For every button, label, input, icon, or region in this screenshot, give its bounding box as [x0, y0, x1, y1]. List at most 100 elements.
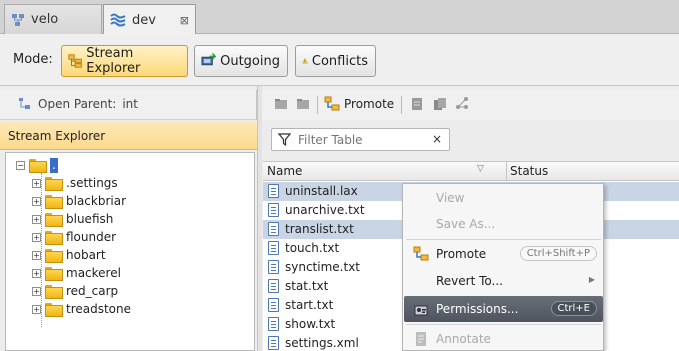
promote-toolbar-label: Promote: [344, 97, 395, 111]
menu-item-save-as[interactable]: Save As...: [404, 211, 603, 237]
column-header-status[interactable]: Status: [510, 164, 548, 178]
expand-icon[interactable]: +: [32, 268, 41, 278]
tree-node[interactable]: + mackerel: [32, 264, 121, 282]
tree-node[interactable]: + treadstone: [32, 300, 131, 318]
tree-node-label: bluefish: [66, 212, 114, 226]
mode-toolbar: Mode: Stream Explorer Outgoing Conflicts: [0, 34, 679, 86]
column-header-name[interactable]: Name: [267, 164, 302, 178]
tree-node[interactable]: + blackbriar: [32, 192, 126, 210]
menu-separator: [406, 324, 601, 325]
outgoing-mode-label: Outgoing: [220, 53, 280, 69]
tree-root-node[interactable]: − .: [16, 156, 58, 174]
clear-filter-icon[interactable]: ×: [432, 132, 442, 146]
open-parent-icon: [19, 98, 30, 109]
history-graph-icon[interactable]: [455, 96, 469, 110]
file-icon: [268, 279, 279, 293]
expand-icon[interactable]: +: [32, 232, 41, 242]
folder-up-icon[interactable]: [274, 97, 288, 111]
conflicts-mode-label: Conflicts: [311, 53, 368, 69]
stream-explorer-mode-button[interactable]: Stream Explorer: [61, 45, 188, 77]
collapse-icon[interactable]: −: [16, 160, 25, 170]
expand-icon[interactable]: +: [32, 250, 41, 260]
stream-explorer-header: Stream Explorer: [0, 122, 257, 150]
expand-icon[interactable]: +: [32, 304, 41, 314]
menu-item-permissions[interactable]: Permissions... Ctrl+E: [404, 296, 603, 322]
documents-icon[interactable]: [433, 97, 447, 111]
file-icon: [268, 222, 279, 236]
menu-item-view[interactable]: View: [404, 185, 603, 211]
filter-table-input[interactable]: [298, 132, 428, 148]
menu-item-label: Revert To...: [436, 274, 503, 288]
sort-indicator-icon: ▽: [477, 164, 484, 174]
expand-icon[interactable]: +: [32, 214, 41, 224]
menu-item-label: Permissions...: [436, 302, 519, 316]
tree-node-label: hobart: [66, 248, 106, 262]
document-icon[interactable]: [410, 97, 424, 111]
outgoing-mode-button[interactable]: Outgoing: [194, 45, 288, 77]
tree-node[interactable]: + red_carp: [32, 282, 118, 300]
folder-down-icon[interactable]: [296, 97, 310, 111]
menu-item-label: Save As...: [436, 217, 496, 231]
close-tab-icon[interactable]: ⊠: [180, 14, 189, 27]
menu-item-revert-to[interactable]: Revert To... ▶: [404, 268, 603, 294]
tab-velo[interactable]: velo: [4, 4, 102, 34]
file-icon: [268, 184, 279, 198]
tree-node[interactable]: + bluefish: [32, 210, 113, 228]
stream-explorer-icon: [68, 54, 82, 68]
filter-table-field[interactable]: ×: [271, 128, 450, 151]
expand-icon[interactable]: +: [32, 178, 41, 188]
folder-icon: [45, 177, 63, 191]
tree-node-label: red_carp: [66, 284, 119, 298]
tree-node[interactable]: + flounder: [32, 228, 116, 246]
tab-dev[interactable]: dev ⊠: [103, 4, 196, 35]
expand-icon[interactable]: +: [32, 196, 41, 206]
file-name: show.txt: [285, 317, 336, 331]
menu-item-annotate[interactable]: Annotate: [404, 326, 603, 351]
stream-tree[interactable]: − . + .settings + blackbriar + bluefish …: [5, 152, 255, 351]
menu-item-promote[interactable]: Promote Ctrl+Shift+P: [404, 241, 603, 267]
promote-icon: [324, 96, 340, 111]
open-parent-label: Open Parent:: [38, 97, 117, 111]
promote-toolbar-button[interactable]: Promote: [324, 96, 394, 112]
file-icon: [268, 241, 279, 255]
table-header: Name ▽ Status: [263, 162, 679, 181]
folder-icon: [45, 303, 63, 317]
file-icon: [268, 317, 279, 331]
tab-strip: velo dev ⊠: [0, 0, 679, 35]
stream-explorer-title: Stream Explorer: [8, 129, 106, 143]
file-name: unarchive.txt: [285, 203, 365, 217]
folder-icon: [45, 213, 63, 227]
menu-separator: [406, 239, 601, 240]
file-name: uninstall.lax: [285, 184, 358, 198]
tab-dev-label: dev: [132, 12, 156, 28]
open-parent-value: int: [122, 97, 138, 111]
open-parent-button[interactable]: Open Parent: int: [18, 97, 138, 111]
tree-node[interactable]: + .settings: [32, 174, 118, 192]
conflicts-mode-button[interactable]: Conflicts: [295, 45, 376, 77]
column-divider[interactable]: [506, 162, 507, 181]
toolbar-separator: [401, 96, 402, 114]
folder-icon: [45, 267, 63, 281]
file-name: settings.xml: [285, 336, 359, 350]
mode-label: Mode:: [13, 52, 53, 67]
tree-root-label: .: [50, 157, 58, 173]
file-name: synctime.txt: [285, 260, 360, 274]
tree-node-label: .settings: [66, 176, 118, 190]
file-name: translist.txt: [285, 222, 354, 236]
tab-velo-label: velo: [31, 12, 59, 27]
tree-node-label: flounder: [66, 230, 117, 244]
toolbar-separator: [317, 96, 318, 114]
menu-item-label: Annotate: [436, 332, 491, 346]
permissions-icon: [414, 305, 428, 316]
tree-node-label: mackerel: [66, 266, 121, 280]
expand-icon[interactable]: +: [32, 286, 41, 296]
file-icon: [268, 298, 279, 312]
folder-icon: [45, 195, 63, 209]
file-name: touch.txt: [285, 241, 340, 255]
stream-icon: [110, 13, 126, 27]
split-pane-divider[interactable]: [257, 86, 262, 351]
file-name: stat.txt: [285, 279, 329, 293]
tree-node[interactable]: + hobart: [32, 246, 106, 264]
file-icon: [268, 336, 279, 350]
stream-explorer-mode-label: Stream Explorer: [86, 46, 141, 76]
